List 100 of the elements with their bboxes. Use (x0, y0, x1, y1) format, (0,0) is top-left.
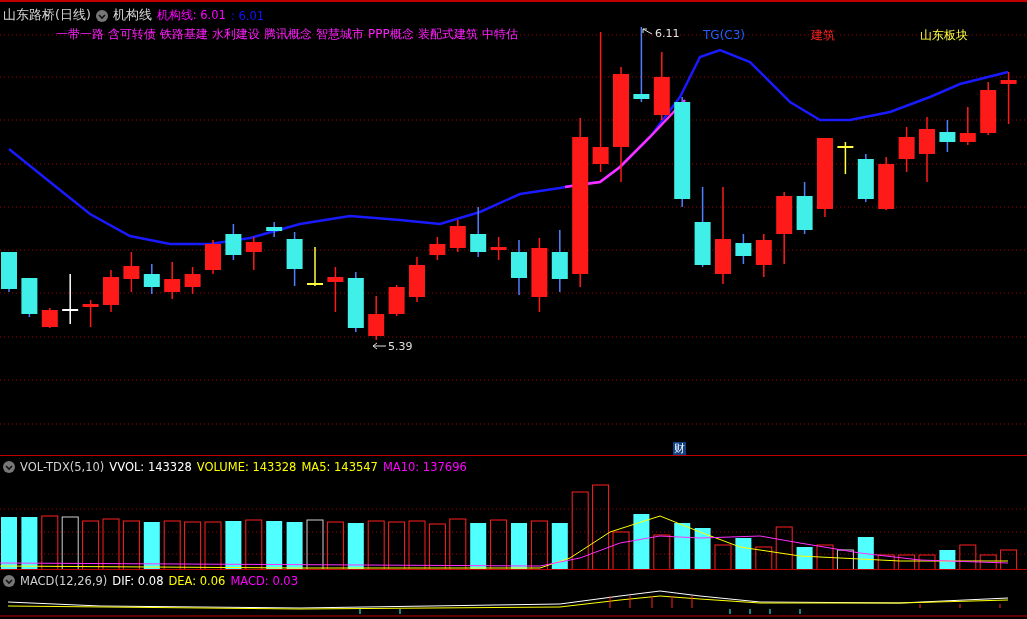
candle (266, 221, 283, 238)
candle (164, 261, 181, 300)
volume-bar (266, 521, 283, 569)
candle (511, 239, 527, 296)
candle (286, 231, 303, 287)
volume-bar (551, 523, 568, 569)
volume-legend-value: VVOL: 143328 (109, 459, 192, 474)
candle (184, 266, 201, 295)
volume-bar (428, 523, 446, 569)
candle (837, 141, 854, 175)
candle (327, 266, 344, 313)
candle (796, 181, 813, 235)
candle (1000, 71, 1017, 125)
high-price-label: 6.11 (655, 27, 680, 40)
volume-bar (184, 521, 202, 569)
candle (82, 299, 99, 328)
volume-bar (82, 520, 100, 569)
volume-bar (347, 523, 364, 569)
candle (878, 156, 895, 211)
macd-legend-value: DEA: 0.06 (168, 573, 226, 588)
volume-bar (1, 517, 17, 569)
indicator-name: 机构线 (112, 7, 152, 24)
candle (755, 233, 772, 278)
volume-bar (755, 546, 773, 569)
volume-legend-value: VOL-TDX(5,10) (20, 459, 105, 474)
candle (653, 51, 670, 121)
chevron-down-icon[interactable] (3, 460, 15, 473)
volume-bar (836, 549, 854, 569)
chevron-down-icon[interactable] (3, 574, 15, 587)
volume-legend-value: MA10: 137696 (382, 459, 467, 474)
concept-tag: 智慧城市 (316, 26, 364, 43)
candle (143, 263, 160, 295)
volume-bar (245, 519, 263, 569)
volume-bar (877, 554, 895, 569)
candle (368, 295, 385, 341)
volume-bar (122, 520, 140, 569)
volume-legend-value: MA5: 143547 (301, 459, 378, 474)
candle (123, 251, 140, 293)
candle (939, 119, 956, 153)
candle (103, 269, 119, 313)
candle (449, 219, 466, 253)
volume-bar (511, 523, 527, 569)
candle (347, 271, 364, 333)
candle (490, 236, 507, 261)
volume-bar (61, 516, 79, 569)
chart-label: 建筑 (811, 28, 835, 42)
candle (551, 229, 568, 293)
volume-bar (388, 521, 406, 569)
concept-tag: 腾讯概念 (264, 26, 312, 43)
arrow-icon (372, 342, 387, 350)
indicator-value: 机构线: 6.01 (156, 8, 226, 23)
candle (307, 246, 323, 287)
volume-bar (367, 520, 385, 569)
volume-bar (470, 523, 487, 569)
candle (1, 251, 17, 293)
volume-bar (449, 518, 467, 569)
candle (62, 273, 79, 325)
concept-tag: 水利建设 (212, 26, 260, 43)
volume-bar (959, 544, 977, 569)
volume-bar (918, 554, 936, 569)
volume-bar (612, 531, 630, 569)
volume-bar (204, 521, 222, 569)
candle (245, 236, 262, 271)
candle (225, 223, 242, 261)
concept-tag: 中特估 (481, 26, 518, 43)
volume-bar (633, 514, 650, 569)
volume-bar (306, 519, 324, 569)
volume-bar (898, 554, 916, 569)
volume-bar (714, 544, 732, 569)
volume-bar (653, 534, 671, 569)
macd-legend-value: DIF: 0.08 (112, 573, 164, 588)
volume-bar (286, 522, 303, 569)
macd-legend-value: MACD(12,26,9) (20, 573, 108, 588)
volume-bar (775, 526, 793, 569)
chart-label: TG(C3) (703, 28, 745, 42)
candle (898, 126, 915, 173)
volume-bar (41, 515, 59, 569)
chevron-down-icon[interactable] (95, 9, 108, 22)
indicator-value: : 6.01 (230, 8, 265, 23)
volume-bar (796, 547, 813, 569)
concept-tag: PPP概念 (368, 26, 414, 43)
volume-bar (735, 538, 752, 569)
candle (41, 307, 58, 329)
candle (388, 284, 405, 317)
candle (21, 277, 38, 318)
concept-tag: 含可转债 (108, 26, 156, 43)
stock-title: 山东路桥(日线) (3, 7, 91, 24)
event-badge[interactable]: 财 (673, 442, 686, 455)
low-price-label: 5.39 (388, 340, 413, 353)
volume-bar (674, 523, 691, 569)
volume-bar (21, 517, 38, 569)
volume-bar (694, 528, 711, 569)
candle (470, 206, 487, 258)
candle (980, 81, 997, 136)
volume-legend-value: VOLUME: 143328 (196, 459, 297, 474)
volume-bar (408, 520, 426, 569)
candle (959, 106, 976, 146)
candle (919, 116, 935, 183)
concept-tag: 一带一路 (56, 26, 104, 43)
candle (857, 153, 874, 203)
